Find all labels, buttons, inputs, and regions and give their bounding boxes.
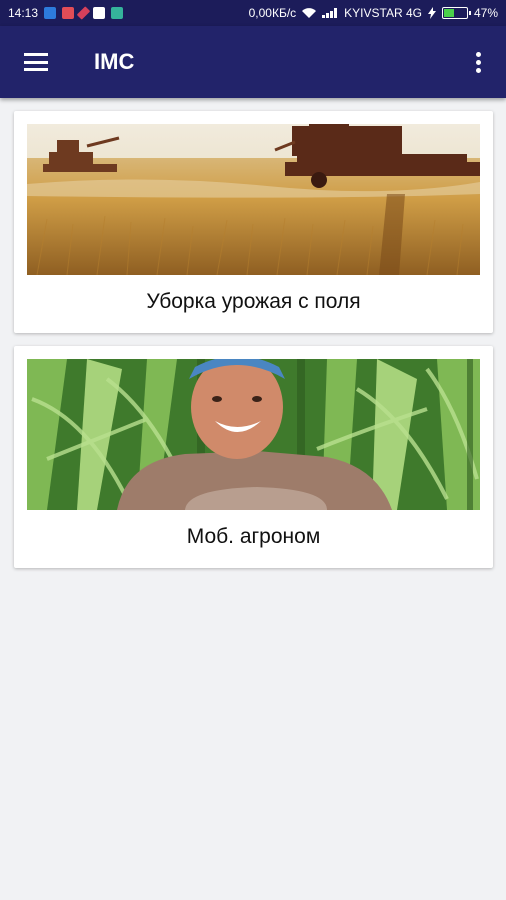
battery-level [443,9,454,17]
image-icon [111,7,124,19]
hamburger-menu-icon [24,53,48,71]
status-bar-left: 14:13 [8,6,124,20]
mail-icon [62,7,75,19]
carrier-name: KYIVSTAR 4G [344,6,422,20]
battery-icon [441,7,471,19]
notification-app-icon [44,7,57,19]
card-harvest-title: Уборка урожая с поля [146,290,361,313]
app-title: IMC [94,49,135,74]
status-bar: 14:13 0,00КБ/с KYIVSTAR 4G 47% [0,0,506,26]
status-time: 14:13 [8,6,39,20]
card-harvest[interactable]: Уборка урожая с поля [14,111,493,333]
card-agronomist-title: Моб. агроном [186,525,321,548]
more-vertical-icon [475,51,481,73]
overflow-menu-button[interactable] [450,26,506,98]
signal-icon [322,8,338,18]
card-agronomist[interactable]: Моб. агроном [14,346,493,568]
wifi-icon [302,8,317,18]
app-bar: IMC [0,26,506,98]
agronomist-image [27,359,480,510]
pen-icon [76,6,91,20]
charging-icon [427,7,436,19]
network-speed: 0,00КБ/с [248,6,297,20]
message-icon [93,7,106,19]
harvest-image [27,124,480,275]
menu-button[interactable] [0,26,72,98]
status-bar-right: 0,00КБ/с KYIVSTAR 4G 47% [249,6,498,20]
battery-percent: 47% [473,6,498,20]
